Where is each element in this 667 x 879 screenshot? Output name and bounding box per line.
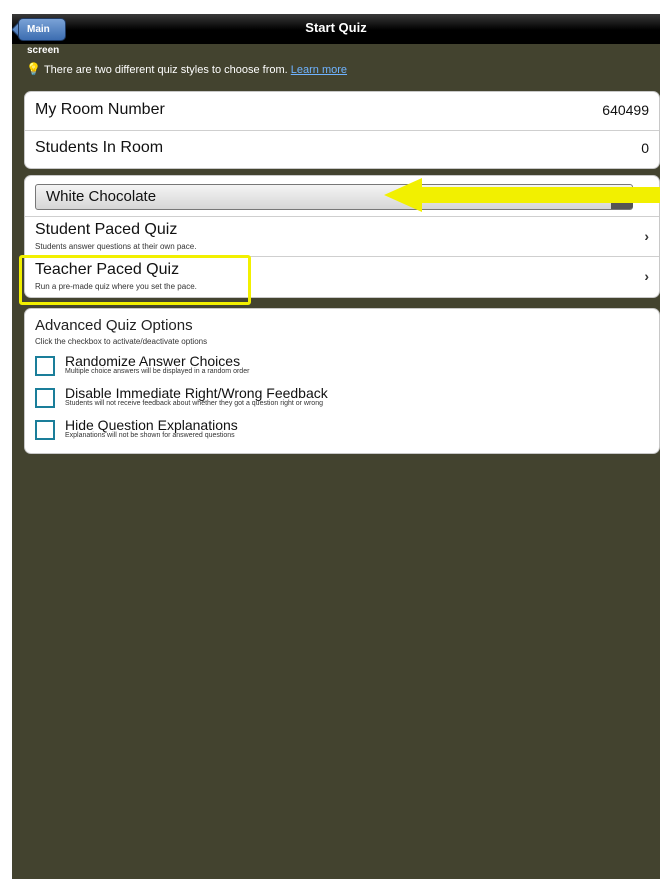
students-in-room-value: 0 bbox=[641, 140, 649, 156]
student-paced-quiz-subtitle: Students answer questions at their own p… bbox=[35, 242, 197, 251]
checkbox[interactable] bbox=[35, 356, 55, 376]
learn-more-link[interactable]: Learn more bbox=[291, 64, 347, 76]
chevron-right-icon: › bbox=[644, 228, 649, 244]
student-paced-quiz-title: Student Paced Quiz bbox=[35, 221, 178, 238]
option-title: Hide Question Explanations bbox=[65, 417, 238, 433]
students-in-room-label: Students In Room bbox=[35, 139, 164, 156]
room-number-label: My Room Number bbox=[35, 101, 165, 118]
option-subtitle: Multiple choice answers will be displaye… bbox=[65, 368, 250, 375]
navigation-bar: Main screen Start Quiz bbox=[12, 14, 660, 56]
option-subtitle: Explanations will not be shown for answe… bbox=[65, 432, 235, 439]
info-banner: 💡 There are two different quiz styles to … bbox=[26, 62, 347, 76]
option-title: Randomize Answer Choices bbox=[65, 353, 241, 369]
advanced-options-card: Advanced Quiz Options Click the checkbox… bbox=[24, 308, 660, 454]
divider bbox=[25, 130, 659, 131]
checkbox[interactable] bbox=[35, 420, 55, 440]
chevron-right-icon: › bbox=[644, 268, 649, 284]
room-number-value: 640499 bbox=[602, 102, 649, 118]
advanced-options-title: Advanced Quiz Options bbox=[35, 317, 193, 334]
room-info-card: My Room Number 640499 Students In Room 0 bbox=[24, 91, 660, 169]
annotation-highlight-box bbox=[19, 255, 251, 305]
main-screen-back-button[interactable]: Main screen bbox=[18, 18, 67, 56]
annotation-arrow-icon bbox=[384, 178, 660, 212]
app-screen: Main screen Start Quiz 💡 There are two di… bbox=[12, 14, 660, 879]
option-title: Disable Immediate Right/Wrong Feedback bbox=[65, 385, 328, 401]
info-text: There are two different quiz styles to c… bbox=[43, 64, 288, 76]
option-subtitle: Students will not receive feedback about… bbox=[65, 400, 323, 407]
page-title: Start Quiz bbox=[305, 20, 367, 35]
checkbox[interactable] bbox=[35, 388, 55, 408]
selected-quiz-label: White Chocolate bbox=[46, 188, 157, 205]
advanced-options-subtitle: Click the checkbox to activate/deactivat… bbox=[35, 337, 208, 346]
lightbulb-icon: 💡 bbox=[26, 62, 41, 76]
divider bbox=[25, 216, 659, 217]
